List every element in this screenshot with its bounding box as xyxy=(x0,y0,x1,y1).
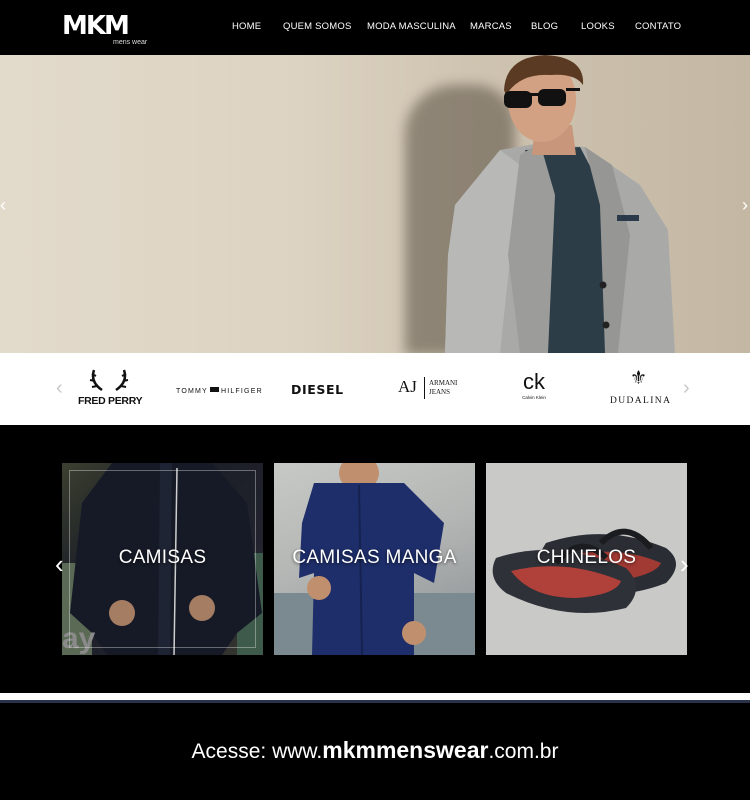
brand-dudalina[interactable]: ⚜ DUDALINA xyxy=(610,368,672,407)
site-footer: Acesse: www.mkmmenswear.com.br xyxy=(0,703,750,800)
brands-prev-arrow[interactable]: ‹ xyxy=(56,377,63,400)
brand-monogram: ck xyxy=(523,369,545,394)
hero-slider: ‹ › xyxy=(0,55,750,353)
nav-item-moda-masculina[interactable]: MODA MASCULINA xyxy=(367,21,456,32)
logo-wordmark: MKM xyxy=(62,11,130,41)
footer-suffix: .com.br xyxy=(488,740,559,763)
category-label: CHINELOS xyxy=(536,547,637,568)
tommy-flag-icon xyxy=(209,387,219,392)
brand-armani-jeans[interactable]: AJ ARMANI JEANS xyxy=(398,375,460,403)
site-header: MKM mens wear HOME QUEM SOMOS MODA MASCU… xyxy=(0,0,750,55)
category-card-camisas-manga[interactable]: CAMISAS MANGA xyxy=(274,463,475,655)
nav-item-quem-somos[interactable]: QUEM SOMOS xyxy=(283,21,352,32)
hero-prev-arrow[interactable]: ‹ xyxy=(0,195,6,216)
nav-item-blog[interactable]: BLOG xyxy=(531,21,558,32)
brand-tommy-hilfiger[interactable]: TOMMY HILFIGER xyxy=(176,387,263,395)
nav-item-home[interactable]: HOME xyxy=(232,21,261,32)
brands-next-arrow[interactable]: › xyxy=(683,377,690,400)
fleur-de-lis-icon: ⚜ xyxy=(630,368,648,389)
brand-diesel[interactable]: DIESEL xyxy=(291,382,344,397)
laurel-icon xyxy=(89,369,129,392)
brand-divider xyxy=(424,377,425,399)
category-label: CAMISAS MANGA xyxy=(292,547,457,568)
brand-name: TOMMY xyxy=(176,388,208,395)
footer-website-link[interactable]: Acesse: www.mkmmenswear.com.br xyxy=(0,737,750,764)
brand-fred-perry[interactable]: FRED PERRY xyxy=(78,368,146,408)
category-card-camisas[interactable]: ay CAMISAS xyxy=(62,463,263,655)
brands-carousel: ‹ FRED PERRY TOMMY HILFIGER DIESEL AJ ARM… xyxy=(0,353,750,425)
footer-prefix: Acesse: www. xyxy=(191,740,323,763)
category-carousel: ay CAMISAS CAMISAS MANGA CHINELOS ‹ › xyxy=(0,425,750,695)
brand-name-second: ARMANI xyxy=(429,379,458,387)
category-card-chinelos[interactable]: CHINELOS xyxy=(486,463,687,655)
brand-name-second: HILFIGER xyxy=(220,388,263,395)
nav-item-contato[interactable]: CONTATO xyxy=(635,21,681,32)
hero-next-arrow[interactable]: › xyxy=(742,195,748,216)
brand-monogram: AJ xyxy=(398,377,417,396)
category-next-arrow[interactable]: › xyxy=(680,549,689,580)
brand-name-third: JEANS xyxy=(429,388,451,396)
nav-item-marcas[interactable]: MARCAS xyxy=(470,21,512,32)
nav-item-looks[interactable]: LOOKS xyxy=(581,21,615,32)
brand-name: DUDALINA xyxy=(610,396,672,406)
category-label: CAMISAS xyxy=(118,547,207,568)
brand-name-second: Calvin Klein xyxy=(522,395,546,400)
brand-name: DIESEL xyxy=(291,382,344,397)
logo-tagline: mens wear xyxy=(113,39,148,46)
brand-name: FRED PERRY xyxy=(78,395,143,407)
footer-domain: mkmmenswear xyxy=(322,737,489,763)
brand-calvin-klein[interactable]: ck Calvin Klein xyxy=(519,371,549,403)
hero-model-image xyxy=(445,55,675,353)
category-prev-arrow[interactable]: ‹ xyxy=(55,549,64,580)
site-logo[interactable]: MKM mens wear xyxy=(62,12,152,48)
